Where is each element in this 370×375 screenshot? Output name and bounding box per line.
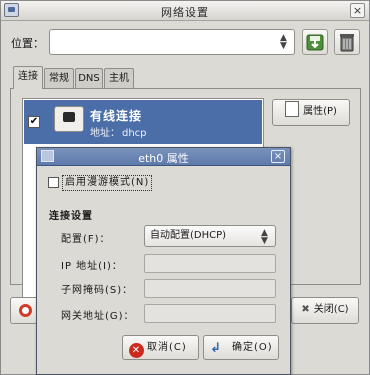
connection-settings-heading: 连接设置 [49, 211, 93, 222]
tab-hosts[interactable]: 主机 [104, 68, 134, 88]
roaming-checkbox[interactable] [48, 177, 59, 188]
tab-connections[interactable]: 连接 [13, 66, 43, 89]
delete-location-icon [340, 34, 354, 52]
window-close-button[interactable]: × [350, 3, 365, 18]
config-value: 自动配置(DHCP) [150, 230, 227, 241]
cancel-icon: ✕ [129, 343, 144, 358]
dialog-close-button[interactable]: × [271, 150, 285, 163]
dialog-titlebar: eth0 属性 × [37, 148, 290, 166]
connection-address: 地址： dhcp [90, 124, 149, 139]
connection-address-value: dhcp [122, 128, 147, 139]
location-combobox[interactable]: ▲ ▼ [49, 29, 295, 55]
ok-button[interactable]: ↲ 确定(O) [203, 335, 279, 360]
gateway-label: 网关地址(G)： [61, 311, 135, 322]
close-button-label: 关闭(C) [313, 304, 349, 315]
cancel-button[interactable]: ✕ 取消(C) [122, 335, 199, 360]
save-location-button[interactable] [302, 29, 328, 55]
ok-enter-icon: ↲ [210, 341, 222, 356]
connection-address-label: 地址： [90, 128, 120, 139]
ok-button-label: 确定(O) [232, 342, 273, 353]
config-combobox[interactable]: 自动配置(DHCP) ▲ ▼ [144, 225, 276, 247]
eth0-properties-dialog: eth0 属性 × 启用漫游模式(N) 连接设置 配置(F)： 自动配置(DHC… [36, 147, 291, 375]
subnet-mask-field[interactable] [144, 279, 276, 298]
help-lifebuoy-icon [18, 304, 32, 317]
delete-location-button[interactable] [334, 29, 360, 55]
close-button[interactable]: ✖ 关闭(C) [291, 297, 359, 324]
subnet-mask-label: 子网掩码(S)： [61, 285, 134, 296]
tab-dns[interactable]: DNS [75, 68, 103, 88]
tab-general[interactable]: 常规 [44, 68, 74, 88]
ip-address-label: IP 地址(I)： [61, 261, 123, 272]
window-titlebar: 网络设置 × [1, 1, 369, 21]
window-title: 网络设置 [161, 6, 209, 19]
roaming-checkbox-label[interactable]: 启用漫游模式(N) [62, 175, 153, 191]
list-item-wired-connection[interactable]: ✔ 有线连接 地址： dhcp [24, 100, 262, 144]
properties-icon [285, 101, 300, 117]
chevron-updown-icon: ▲ ▼ [261, 228, 268, 246]
chevron-updown-icon: ▲ ▼ [280, 33, 287, 51]
connection-name: 有线连接 [90, 109, 143, 123]
ethernet-icon [54, 106, 84, 132]
properties-button-label: 属性(P) [303, 106, 337, 117]
config-label: 配置(F)： [61, 234, 111, 245]
close-icon: ✖ [301, 304, 310, 315]
cancel-button-label: 取消(C) [147, 342, 187, 353]
location-label: 位置： [11, 37, 44, 50]
save-location-icon [306, 34, 324, 51]
ip-address-field[interactable] [144, 254, 276, 273]
properties-button[interactable]: 属性(P) [272, 99, 350, 126]
dialog-title: eth0 属性 [138, 152, 189, 165]
gateway-field[interactable] [144, 304, 276, 323]
connection-enabled-checkbox[interactable]: ✔ [28, 116, 40, 128]
